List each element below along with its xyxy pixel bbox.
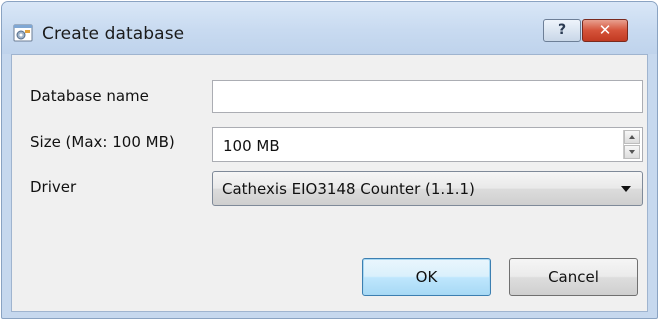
size-spinbox[interactable]: 100 MB	[212, 127, 643, 162]
size-value: 100 MB	[223, 137, 280, 155]
spin-up-icon[interactable]	[624, 130, 640, 144]
create-database-dialog: Create database ? ✕ Database name Size (…	[1, 1, 658, 319]
title-bar[interactable]: Create database ? ✕	[2, 2, 657, 54]
driver-label: Driver	[30, 178, 77, 196]
database-settings-icon	[13, 24, 33, 42]
close-icon: ✕	[598, 21, 612, 39]
ok-button[interactable]: OK	[362, 258, 491, 296]
driver-value: Cathexis EIO3148 Counter (1.1.1)	[222, 180, 475, 198]
chevron-down-icon	[621, 186, 631, 192]
close-button[interactable]: ✕	[582, 19, 628, 42]
database-name-input[interactable]	[212, 80, 643, 113]
spin-down-icon[interactable]	[624, 145, 640, 159]
driver-select[interactable]: Cathexis EIO3148 Counter (1.1.1)	[212, 171, 643, 206]
database-name-label: Database name	[30, 87, 149, 105]
window-title: Create database	[42, 24, 185, 44]
size-stepper[interactable]	[623, 130, 641, 159]
help-icon: ?	[557, 22, 567, 38]
cancel-button[interactable]: Cancel	[509, 258, 638, 296]
size-label: Size (Max: 100 MB)	[30, 133, 175, 151]
dialog-body: Database name Size (Max: 100 MB) 100 MB …	[11, 54, 648, 312]
help-button[interactable]: ?	[543, 19, 581, 42]
